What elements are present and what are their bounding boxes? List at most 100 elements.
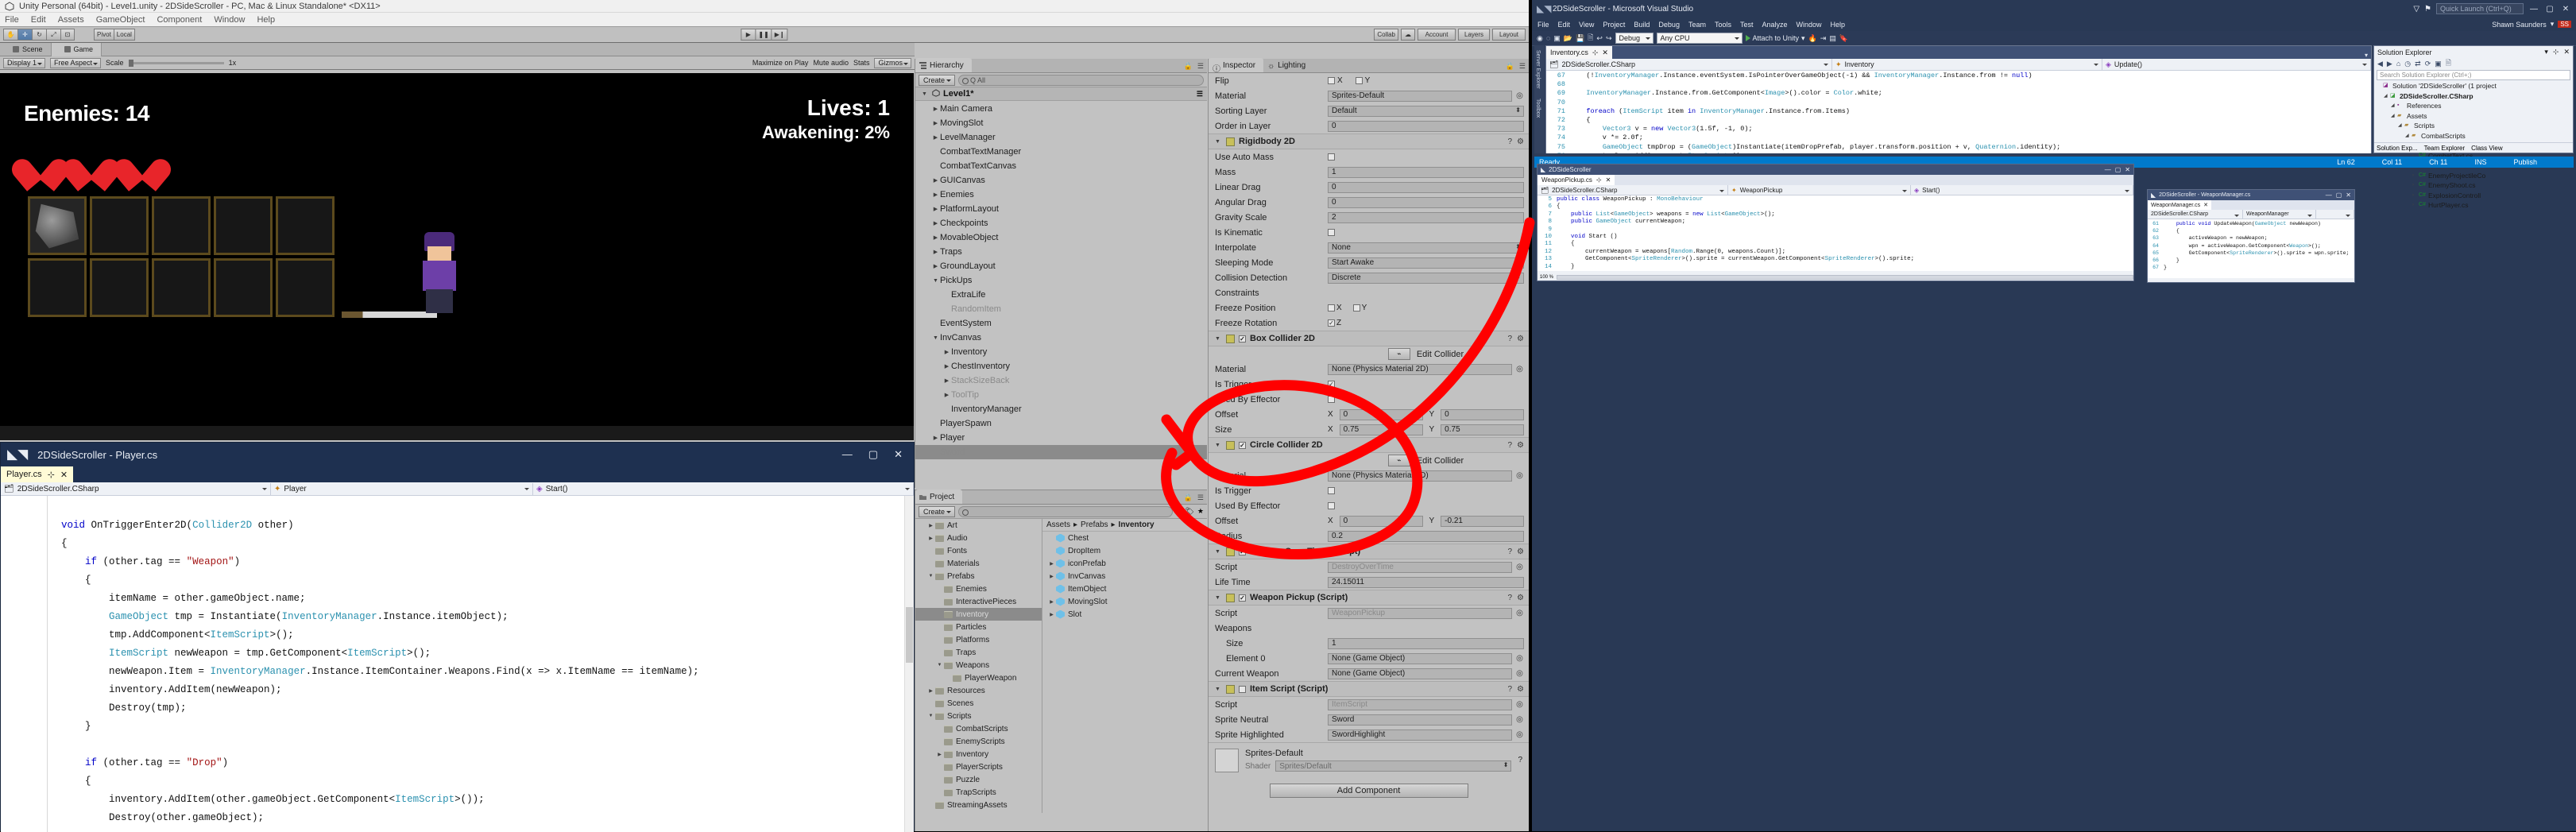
stats-toggle[interactable]: Stats xyxy=(853,59,870,67)
inspector-row[interactable]: Freeze Rotation Z xyxy=(1209,315,1529,331)
gear-icon[interactable]: ⚙ xyxy=(1517,137,1524,146)
pin-icon[interactable]: ⊹ xyxy=(1592,48,1599,57)
checkbox[interactable] xyxy=(1328,502,1335,509)
help-icon[interactable]: ? xyxy=(1507,441,1512,450)
checkbox[interactable] xyxy=(1352,304,1360,312)
expander-icon[interactable]: ◢ xyxy=(2391,111,2397,122)
indent-icon[interactable]: ⇥ xyxy=(1820,34,1827,43)
wm-nav-method-dropdown[interactable] xyxy=(2316,209,2354,219)
maximize-on-play-toggle[interactable]: Maximize on Play xyxy=(752,59,809,67)
solution-tree-item[interactable]: ◢ ◪ 2DSideScroller.CSharp xyxy=(2374,91,2573,102)
solution-tree-item[interactable]: › C# ExplosionControll xyxy=(2374,191,2573,201)
back-icon[interactable]: ◀ xyxy=(2377,60,2383,68)
chevron-down-icon[interactable]: ▾ xyxy=(2551,20,2555,29)
tab-game[interactable]: Game xyxy=(51,42,102,56)
chevron-down-icon[interactable]: ▼ xyxy=(931,278,940,284)
help-icon[interactable]: ? xyxy=(1507,137,1512,146)
inspector-field[interactable]: None (Physics Material 2D) xyxy=(1328,363,1512,375)
hierarchy-item[interactable]: ▶ MovingSlot xyxy=(915,116,1207,130)
checkbox[interactable] xyxy=(1328,396,1335,403)
footer-tab-class-view[interactable]: Class View xyxy=(2471,145,2502,152)
gear-icon[interactable]: ⚙ xyxy=(1517,548,1524,556)
vs-menu-file[interactable]: File xyxy=(1537,21,1549,29)
tab-hierarchy[interactable]: Hierarchy xyxy=(915,58,972,72)
object-picker-icon[interactable]: ◎ xyxy=(1515,654,1524,663)
hierarchy-item[interactable]: ▶ Traps xyxy=(915,245,1207,259)
chevron-down-icon[interactable]: ▼ xyxy=(1213,336,1222,342)
hierarchy-item[interactable]: ▼ PickUps xyxy=(915,273,1207,288)
project-folder-item[interactable]: TrapScripts xyxy=(915,786,1042,799)
tab-lighting[interactable]: ☼ Lighting xyxy=(1263,58,1313,72)
vs-menu-build[interactable]: Build xyxy=(1634,21,1650,29)
chevron-down-icon[interactable]: ▼ xyxy=(926,574,935,579)
new-project-icon[interactable]: ▣ xyxy=(1553,34,1561,43)
lock-icon[interactable]: 🔒 xyxy=(1184,62,1193,71)
inspector-field-y[interactable]: -0.21 xyxy=(1441,515,1524,527)
expander-icon[interactable]: › xyxy=(2412,200,2419,211)
pivot-toggle[interactable]: Pivot xyxy=(94,29,114,41)
vs-menu-view[interactable]: View xyxy=(1579,21,1594,29)
chevron-right-icon[interactable]: ▶ xyxy=(942,377,951,384)
build-config-dropdown[interactable]: Debug xyxy=(1615,33,1654,44)
vs-menu-analyze[interactable]: Analyze xyxy=(1762,21,1788,29)
inspector-field-x[interactable]: 0.75 xyxy=(1339,424,1423,435)
gear-icon[interactable]: ⚙ xyxy=(1517,441,1524,450)
zoom-level[interactable]: 100 % xyxy=(1540,275,1553,280)
menu-icon[interactable]: ☰ xyxy=(1197,62,1204,71)
wp-nav-method-dropdown[interactable]: ◈ Start() xyxy=(1911,184,2133,195)
inspector-row[interactable]: Element 0 None (Game Object) ◎ xyxy=(1209,651,1529,666)
hierarchy-item[interactable]: ▶ PlatformLayout xyxy=(915,202,1207,216)
inspector-row[interactable]: Radius 0.2 xyxy=(1209,528,1529,544)
inspector-field[interactable]: 0 xyxy=(1328,196,1524,208)
chevron-right-icon[interactable]: ▶ xyxy=(942,349,951,355)
chevron-down-icon[interactable]: ▼ xyxy=(926,714,935,718)
minimize-button[interactable]: — xyxy=(2326,192,2332,199)
inspector-row[interactable]: Sprite Neutral Sword ◎ xyxy=(1209,712,1529,727)
pin-icon[interactable]: ⊹ xyxy=(48,470,55,480)
gear-icon[interactable]: ⚙ xyxy=(1517,685,1524,694)
component-header[interactable]: ▼ Destroy Over Time (Script)? ⚙ xyxy=(1209,544,1529,559)
forward-icon[interactable]: ▶ xyxy=(2387,60,2392,68)
hierarchy-item[interactable]: ▶ Enemies xyxy=(915,188,1207,202)
inspector-row[interactable]: Collision Detection Discrete xyxy=(1209,270,1529,285)
component-header[interactable]: ▼ Box Collider 2D? ⚙ xyxy=(1209,331,1529,346)
attach-to-unity-button[interactable]: Attach to Unity ▾ xyxy=(1745,34,1805,43)
inspector-row[interactable]: Current Weapon None (Game Object) ◎ xyxy=(1209,666,1529,681)
inspector-row[interactable]: Life Time 24.15011 xyxy=(1209,575,1529,590)
chevron-right-icon[interactable]: ▶ xyxy=(931,192,940,198)
collab-button[interactable]: Collab xyxy=(1374,29,1399,41)
hierarchy-item[interactable]: PlayerSpawn xyxy=(915,416,1207,431)
component-header[interactable]: ▼ Circle Collider 2D? ⚙ xyxy=(1209,437,1529,453)
footer-tab-solution-explorer[interactable]: Solution Exp... xyxy=(2377,145,2418,152)
scale-tool-icon[interactable]: ⤢ xyxy=(46,29,60,41)
vs-minimize-button[interactable]: — xyxy=(2528,5,2539,14)
vs-close-button[interactable]: ✕ xyxy=(2560,5,2571,14)
hand-tool-icon[interactable]: ✋ xyxy=(3,29,17,41)
minimize-button[interactable]: — xyxy=(2105,166,2111,173)
inspector-row[interactable]: Is Trigger xyxy=(1209,483,1529,498)
move-tool-icon[interactable]: ✛ xyxy=(17,29,32,41)
object-picker-icon[interactable]: ◎ xyxy=(1515,609,1524,617)
scale-slider[interactable] xyxy=(128,59,224,67)
hierarchy-item[interactable]: ▶ GUICanvas xyxy=(915,173,1207,188)
play-button[interactable]: ▶ xyxy=(741,29,756,41)
chevron-down-icon[interactable]: ▼ xyxy=(935,663,944,668)
menu-icon[interactable]: ☰ xyxy=(1519,62,1526,71)
footer-tab-team-explorer[interactable]: Team Explorer xyxy=(2424,145,2466,152)
cloud-button[interactable]: ☁ xyxy=(1401,29,1416,41)
mute-audio-toggle[interactable]: Mute audio xyxy=(813,59,849,67)
chevron-right-icon[interactable]: ▶ xyxy=(931,134,940,141)
chevron-right-icon[interactable]: ▶ xyxy=(931,177,940,184)
inspector-row[interactable]: Weapons xyxy=(1209,621,1529,636)
tab-inventory-cs[interactable]: Inventory.cs ⊹ ✕ xyxy=(1546,46,1612,59)
horizontal-scrollbar[interactable] xyxy=(1557,274,2133,280)
project-folder-item[interactable]: Enemies xyxy=(915,582,1042,595)
shader-dropdown[interactable]: Sprites/Default xyxy=(1275,760,1512,772)
filter-label-icon[interactable]: 🏷 xyxy=(1185,507,1193,516)
inspector-row[interactable]: Offset X 0 Y -0.21 xyxy=(1209,513,1529,528)
inventory-slot[interactable] xyxy=(276,196,335,255)
inspector-row[interactable]: Material Sprites-Default ◎ xyxy=(1209,88,1529,103)
hierarchy-item[interactable]: RandomItem xyxy=(915,302,1207,316)
component-enable-checkbox[interactable] xyxy=(1239,548,1246,555)
checkbox[interactable] xyxy=(1328,319,1335,327)
